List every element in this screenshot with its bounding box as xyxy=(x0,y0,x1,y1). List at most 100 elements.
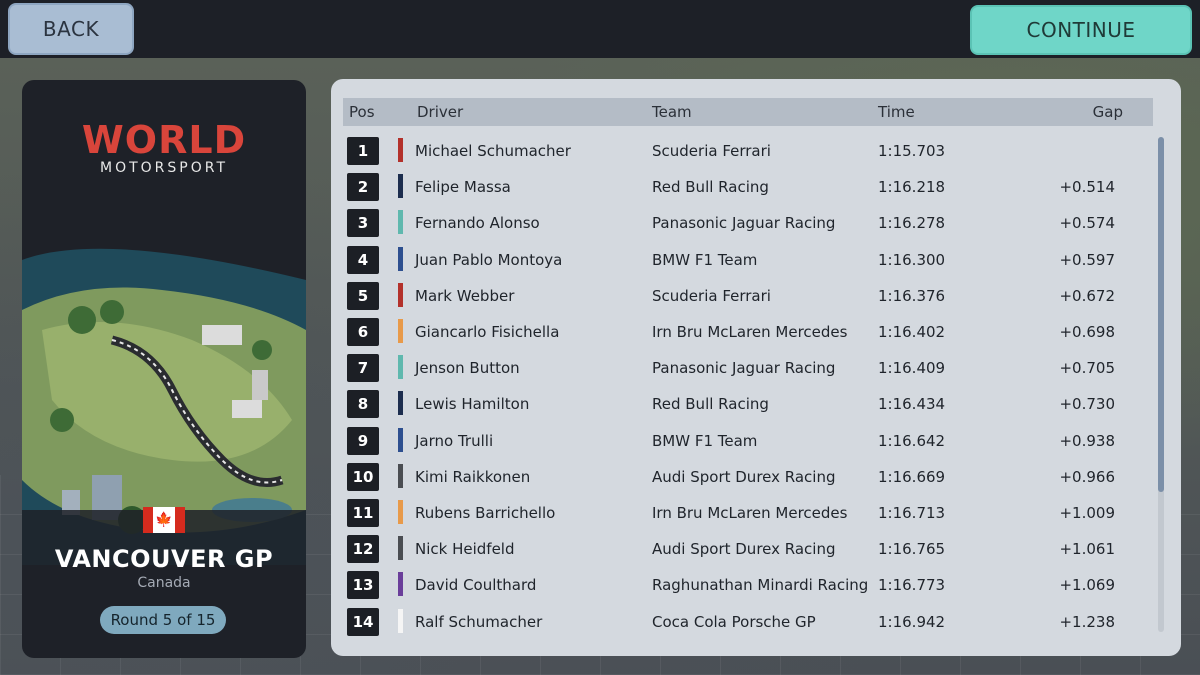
position-badge: 12 xyxy=(347,535,379,564)
header-driver: Driver xyxy=(417,103,464,121)
result-row[interactable]: 4 Juan Pablo Montoya BMW F1 Team 1:16.300 +0… xyxy=(343,244,1153,280)
results-panel: Pos Driver Team Time Gap 1 Michael Schuma… xyxy=(331,79,1181,656)
lap-time: 1:16.409 xyxy=(878,359,946,378)
result-row[interactable]: 9 Jarno Trulli BMW F1 Team 1:16.642 +0.938 xyxy=(343,425,1153,461)
team-color-stripe xyxy=(398,355,403,380)
position-badge: 4 xyxy=(347,245,379,274)
driver-name: Giancarlo Fisichella xyxy=(415,323,560,341)
header-pos: Pos xyxy=(349,103,375,121)
gp-country: Canada xyxy=(137,575,191,591)
team-color-stripe xyxy=(398,282,403,307)
team-name: Panasonic Jaguar Racing xyxy=(652,359,836,378)
driver-name: Jarno Trulli xyxy=(415,431,494,450)
lap-time: 1:16.765 xyxy=(878,540,946,559)
team-name: Panasonic Jaguar Racing xyxy=(652,214,836,233)
position-badge: 1 xyxy=(347,137,379,165)
gap-value: +0.705 xyxy=(1059,359,1115,378)
team-name: Raghunathan Minardi Racing xyxy=(652,576,869,595)
team-name: Audi Sport Durex Racing xyxy=(652,540,836,559)
team-name: Scuderia Ferrari xyxy=(652,286,771,305)
back-button[interactable]: BACK xyxy=(8,3,134,55)
result-row[interactable]: 2 Felipe Massa Red Bull Racing 1:16.218 +0.5… xyxy=(343,171,1153,207)
gap-value: +0.966 xyxy=(1059,467,1115,486)
canada-flag-icon: 🍁 xyxy=(143,507,185,533)
team-name: BMW F1 Team xyxy=(652,250,758,269)
team-name: Irn Bru McLaren Mercedes xyxy=(652,323,848,341)
team-color-stripe xyxy=(398,246,403,271)
driver-name: Nick Heidfeld xyxy=(415,540,515,559)
team-color-stripe xyxy=(398,319,403,343)
team-color-stripe xyxy=(398,500,403,524)
result-row[interactable]: 3 Fernando Alonso Panasonic Jaguar Racing 1… xyxy=(343,207,1153,243)
team-name: Audi Sport Durex Racing xyxy=(652,467,836,486)
team-color-stripe xyxy=(398,572,403,597)
position-badge: 13 xyxy=(347,571,379,600)
driver-name: Rubens Barrichello xyxy=(415,504,556,522)
gap-value: +0.698 xyxy=(1059,323,1115,341)
header-gap: Gap xyxy=(1092,103,1123,121)
team-name: BMW F1 Team xyxy=(652,431,758,450)
position-badge: 6 xyxy=(347,318,379,346)
team-color-stripe xyxy=(398,174,403,199)
gap-value: +0.514 xyxy=(1059,178,1115,197)
lap-time: 1:16.713 xyxy=(878,504,946,522)
gp-title: VANCOUVER GP xyxy=(54,545,274,573)
result-row[interactable]: 8 Lewis Hamilton Red Bull Racing 1:16.434 +0… xyxy=(343,388,1153,424)
team-color-stripe xyxy=(398,608,403,633)
driver-name: Mark Webber xyxy=(415,286,515,305)
gap-value: +1.061 xyxy=(1059,540,1115,559)
position-badge: 7 xyxy=(347,354,379,383)
lap-time: 1:16.642 xyxy=(878,431,946,450)
gap-value: +1.009 xyxy=(1059,504,1115,522)
driver-name: Felipe Massa xyxy=(415,178,511,197)
driver-name: Ralf Schumacher xyxy=(415,612,543,631)
result-row[interactable]: 7 Jenson Button Panasonic Jaguar Racing 1:1… xyxy=(343,352,1153,388)
lap-time: 1:16.300 xyxy=(878,250,946,269)
driver-name: Michael Schumacher xyxy=(415,142,571,160)
team-color-stripe xyxy=(398,463,403,488)
results-scrollbar[interactable] xyxy=(1158,137,1164,632)
result-row[interactable]: 11 Rubens Barrichello Irn Bru McLaren Merc… xyxy=(343,497,1153,533)
lap-time: 1:16.434 xyxy=(878,395,946,414)
driver-name: Jenson Button xyxy=(415,359,520,378)
lap-time: 1:16.669 xyxy=(878,467,946,486)
lap-time: 1:15.703 xyxy=(878,142,946,160)
position-badge: 10 xyxy=(347,462,379,491)
result-row[interactable]: 12 Nick Heidfeld Audi Sport Durex Racing 1:… xyxy=(343,533,1153,569)
results-header: Pos Driver Team Time Gap xyxy=(343,98,1153,126)
position-badge: 9 xyxy=(347,426,379,455)
logo-motorsport-text: MOTORSPORT xyxy=(99,160,228,176)
logo-world-text: WORLD xyxy=(81,118,247,162)
header-time: Time xyxy=(878,103,915,121)
gap-value: +0.672 xyxy=(1059,286,1115,305)
driver-name: David Coulthard xyxy=(415,576,537,595)
result-row[interactable]: 14 Ralf Schumacher Coca Cola Porsche GP 1:1… xyxy=(343,606,1153,640)
results-list[interactable]: 1 Michael Schumacher Scuderia Ferrari 1:15.… xyxy=(343,135,1153,640)
result-row[interactable]: 6 Giancarlo Fisichella Irn Bru McLaren Mer… xyxy=(343,316,1153,352)
event-card: WORLD MOTORSPORT 🍁 VANCOUVER GP Canada R… xyxy=(22,80,306,658)
gap-value: +0.730 xyxy=(1059,395,1115,414)
team-name: Scuderia Ferrari xyxy=(652,142,771,160)
result-row[interactable]: 10 Kimi Raikkonen Audi Sport Durex Racing 1… xyxy=(343,461,1153,497)
continue-button[interactable]: CONTINUE xyxy=(970,5,1192,55)
round-badge: Round 5 of 15 xyxy=(100,606,226,634)
result-row[interactable]: 13 David Coulthard Raghunathan Minardi Rac… xyxy=(343,569,1153,605)
lap-time: 1:16.942 xyxy=(878,612,946,631)
position-badge: 14 xyxy=(347,607,379,636)
position-badge: 2 xyxy=(347,173,379,202)
gap-value: +0.938 xyxy=(1059,431,1115,450)
gap-value: +1.069 xyxy=(1059,576,1115,595)
result-row[interactable]: 5 Mark Webber Scuderia Ferrari 1:16.376 +0.6… xyxy=(343,280,1153,316)
top-bar: BACK CONTINUE xyxy=(0,0,1200,58)
lap-time: 1:16.218 xyxy=(878,178,946,197)
team-name: Coca Cola Porsche GP xyxy=(652,612,816,631)
result-row[interactable]: 1 Michael Schumacher Scuderia Ferrari 1:15.… xyxy=(343,135,1153,171)
team-color-stripe xyxy=(398,391,403,416)
team-color-stripe xyxy=(398,210,403,235)
lap-time: 1:16.402 xyxy=(878,323,946,341)
driver-name: Juan Pablo Montoya xyxy=(415,250,563,269)
scrollbar-thumb[interactable] xyxy=(1158,137,1164,492)
header-team: Team xyxy=(652,103,692,121)
lap-time: 1:16.376 xyxy=(878,286,946,305)
team-color-stripe xyxy=(398,138,403,162)
